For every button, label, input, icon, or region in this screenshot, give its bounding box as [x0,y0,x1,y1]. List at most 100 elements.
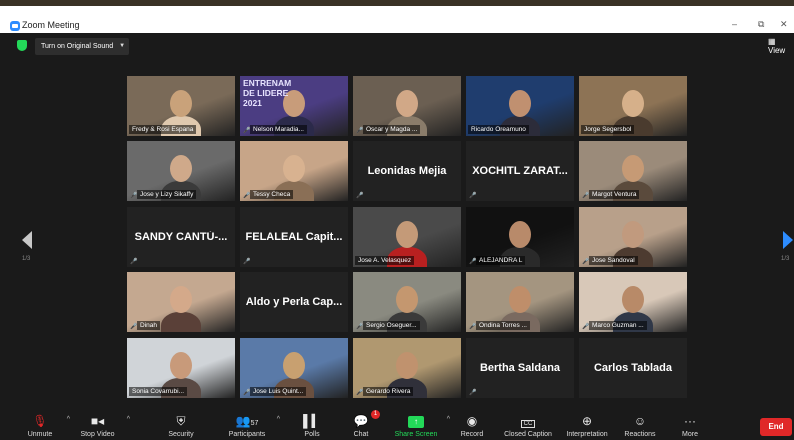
participant-name-label: Jorge Segersbol [581,125,635,134]
chat-button[interactable]: 💬 1 Chat [349,406,380,440]
window-titlebar: Zoom Meeting – ⧉ ✕ [0,0,794,33]
chevron-up-icon[interactable]: ^ [67,416,70,423]
interpretation-button[interactable]: ⊕ Interpretation [562,406,612,440]
page-indicator-left: 1/3 [22,256,31,262]
participant-name-label: Ricardo Oreamuno [468,125,529,134]
participant-face [396,286,418,313]
closed-caption-icon: CC [500,412,556,430]
participant-face [396,90,418,117]
window-title: Zoom Meeting [22,20,80,30]
participant-tile[interactable]: 🎤 Dinah [127,272,235,332]
participant-tile[interactable]: 🎤 Oscar y Magda ... [353,76,461,136]
participant-tile[interactable]: ENTRENAM DE LIDERE 2021 🎤 Nelson Maradia..… [240,76,348,136]
muted-microphone-icon: 🎤 [130,259,138,265]
participant-tile[interactable]: Ricardo Oreamuno [466,76,574,136]
participant-tile[interactable]: 🎤 Ondina Torres ... [466,272,574,332]
interpretation-label: Interpretation [566,431,608,438]
record-label: Record [460,431,484,438]
bar-chart-icon: ▌▍ [303,414,321,428]
more-button[interactable]: ··· More [676,406,704,440]
participant-tile[interactable]: Fredy & Rosi Espana [127,76,235,136]
participant-tile[interactable]: Sonia Covarrubi... [127,338,235,398]
close-button[interactable]: ✕ [780,19,788,30]
participant-name-label: Jose Sandoval [589,256,638,265]
participants-label: Participants [228,431,266,438]
grid-icon: ▦ [768,37,776,46]
next-page-arrow-icon[interactable] [783,231,793,249]
share-screen-label: Share Screen [394,431,438,438]
participant-name-label: Sergio Oseguer... [363,321,420,330]
view-button[interactable]: ▦ View [768,37,794,55]
participant-tile[interactable]: 🎤 Margot Ventura [579,141,687,201]
participant-face [509,286,531,313]
participant-name-label: Jose Luis Quint... [250,387,307,396]
muted-microphone-icon: 🎤 [469,390,477,396]
end-meeting-button[interactable]: End [760,418,792,436]
participant-tile[interactable]: Leonidas Mejia 🎤 [353,141,461,201]
participant-name-label: Margot Ventura [589,190,640,199]
participant-tile[interactable]: Carlos Tablada [579,338,687,398]
participant-face [396,221,418,248]
participant-tile[interactable]: 🎤 Jose Luis Quint... [240,338,348,398]
participant-tile[interactable]: 🎤 Jose Sandoval [579,207,687,267]
participant-body [161,312,201,332]
polls-label: Polls [304,431,320,438]
original-sound-button[interactable]: Turn on Original Sound ▼ [35,38,130,55]
unmute-label: Unmute [27,431,53,438]
participant-name-label: Gerardo Rivera [363,387,414,396]
participant-name-label: Marco Guzman ... [589,321,647,330]
participant-tile[interactable]: XOCHITL ZARAT... 🎤 [466,141,574,201]
participant-face [170,90,192,117]
participant-face [170,352,192,379]
closed-caption-button[interactable]: CC Closed Caption [500,406,556,440]
desktop-strip [0,0,794,6]
record-button[interactable]: ◉ Record [457,406,487,440]
participant-tile[interactable]: 🎤 Gerardo Rivera [353,338,461,398]
security-shield-icon[interactable] [17,40,27,51]
chevron-up-icon[interactable]: ^ [277,416,280,423]
security-button[interactable]: ⛨ Security [163,406,199,440]
participant-face [283,352,305,379]
muted-microphone-icon: 🎤 [243,259,251,265]
participant-tile[interactable]: Aldo y Perla Cap... [240,272,348,332]
restore-button[interactable]: ⧉ [758,19,764,30]
shield-icon: ⛨ [176,414,186,428]
view-label: View [768,46,786,55]
participant-name-label: ALEJANDRA L [476,256,526,265]
share-screen-button[interactable]: ↑ Share Screen ^ [392,406,450,440]
meeting-toolbar: 🎙 Unmute ^ ■◂ Stop Video ^ ⛨ Security 👥5… [0,406,794,440]
participant-tile[interactable]: 🎤 Jose y Lizy Sikaffy [127,141,235,201]
chevron-up-icon[interactable]: ^ [127,416,130,423]
unmute-button[interactable]: 🎙 Unmute ^ [20,406,70,440]
participant-tile[interactable]: 🎤 Sergio Oseguer... [353,272,461,332]
participant-face [622,155,644,182]
chevron-down-icon[interactable]: ▼ [119,38,125,55]
participant-tile[interactable]: 🎤 Tessy Checa [240,141,348,201]
reactions-button[interactable]: ☺ Reactions [620,406,660,440]
participant-tile[interactable]: Jorge Segersbol [579,76,687,136]
chevron-up-icon[interactable]: ^ [447,416,450,423]
minimize-button[interactable]: – [732,19,737,29]
smiley-icon: ☺ [633,414,647,428]
globe-icon: ⊕ [581,414,593,428]
participant-display-name: Bertha Saldana [479,362,561,374]
security-label: Security [168,431,194,438]
participant-tile[interactable]: Jose A. Velasquez [353,207,461,267]
participant-display-name: XOCHITL ZARAT... [472,165,568,177]
share-screen-icon: ↑ [392,412,440,430]
more-label: More [682,431,698,438]
participant-tile[interactable]: SANDY CANTÚ-... 🎤 [127,207,235,267]
participant-tile[interactable]: Bertha Saldana 🎤 [466,338,574,398]
participant-tile[interactable]: FELALEAL Capit... 🎤 [240,207,348,267]
stop-video-button[interactable]: ■◂ Stop Video ^ [75,406,130,440]
participant-face [396,352,418,379]
participant-face [622,221,644,248]
previous-page-arrow-icon[interactable] [22,231,32,249]
participant-display-name: Aldo y Perla Cap... [245,296,343,308]
participants-icon: 👥57 [235,414,259,428]
participant-tile[interactable]: 🎤 ALEJANDRA L [466,207,574,267]
chat-label: Chat [353,431,369,438]
participant-tile[interactable]: 🎤 Marco Guzman ... [579,272,687,332]
participants-button[interactable]: 👥57 Participants ^ [224,406,280,440]
polls-button[interactable]: ▌▍ Polls [300,406,324,440]
